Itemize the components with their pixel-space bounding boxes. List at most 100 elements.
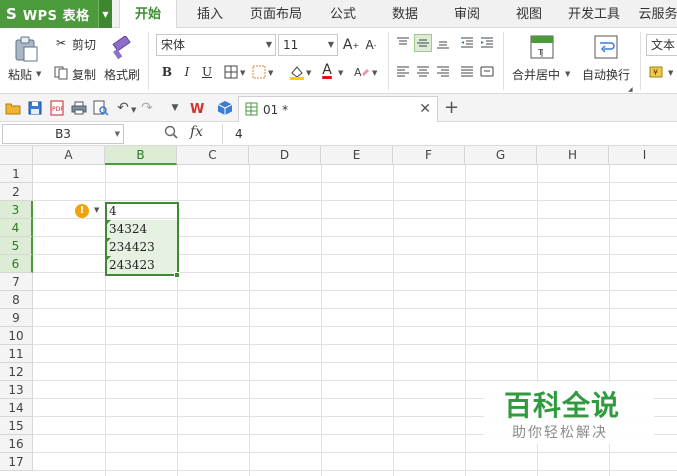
open-folder-icon[interactable] (4, 99, 22, 117)
dialog-launcher-icon[interactable]: ◢ (628, 86, 633, 93)
tab-formulas[interactable]: 公式 (318, 0, 368, 28)
borders-icon[interactable] (222, 63, 240, 81)
chevron-down-icon[interactable]: ▼ (94, 206, 99, 214)
chevron-down-icon[interactable]: ▼ (668, 69, 673, 77)
document-tab[interactable]: 01 * ✕ (238, 96, 438, 122)
merge-center-label[interactable]: 合并居中 (512, 66, 560, 83)
font-shrink-icon[interactable]: A- (362, 36, 380, 54)
column-header[interactable]: F (393, 146, 465, 165)
chevron-down-icon[interactable]: ▼ (268, 69, 273, 77)
italic-icon[interactable]: I (178, 63, 196, 81)
indent-decrease-icon[interactable] (458, 34, 476, 52)
print-preview-icon[interactable] (92, 99, 110, 117)
distributed-align-icon[interactable] (478, 63, 496, 81)
indent-increase-icon[interactable] (478, 34, 496, 52)
row-header[interactable]: 13 (0, 381, 33, 399)
column-header[interactable]: E (321, 146, 393, 165)
close-icon[interactable]: ✕ (419, 101, 431, 117)
select-all-corner[interactable] (0, 146, 33, 165)
cut-button[interactable]: 剪切 (72, 36, 96, 53)
align-top-icon[interactable] (394, 34, 412, 52)
add-tab-icon[interactable]: + (444, 97, 459, 118)
chevron-down-icon[interactable]: ▼ (372, 69, 377, 77)
tab-insert[interactable]: 插入 (184, 0, 236, 28)
chevron-down-icon[interactable]: ▼ (240, 69, 245, 77)
row-header[interactable]: 7 (0, 273, 33, 291)
warning-icon[interactable]: ! (75, 204, 89, 218)
cell-b5[interactable]: 234423 (106, 238, 178, 256)
tab-home[interactable]: 开始 (119, 0, 177, 29)
chevron-down-icon[interactable]: ▼ (338, 69, 343, 77)
font-grow-icon[interactable]: A + (342, 36, 360, 54)
tab-developer[interactable]: 开发工具 (562, 0, 626, 28)
row-header[interactable]: 16 (0, 435, 33, 453)
tab-data[interactable]: 数据 (380, 0, 430, 28)
cell-b4[interactable]: 34324 (106, 220, 178, 238)
export-pdf-icon[interactable]: PDF (48, 99, 66, 117)
redo-icon[interactable]: ↷ (138, 99, 156, 117)
chevron-down-icon[interactable]: ▼ (306, 69, 311, 77)
row-header[interactable]: 8 (0, 291, 33, 309)
chevron-down-icon[interactable]: ▼ (565, 70, 570, 78)
wps-logo-icon[interactable]: W (190, 99, 208, 117)
cube-icon[interactable] (216, 99, 234, 117)
font-color-icon[interactable]: A (318, 61, 336, 79)
formula-input[interactable]: 4 (222, 124, 677, 144)
column-header[interactable]: G (465, 146, 537, 165)
clear-format-icon[interactable]: A (352, 63, 370, 81)
chevron-down-icon[interactable]: ▼ (98, 0, 112, 28)
tab-page-layout[interactable]: 页面布局 (244, 0, 308, 28)
align-bottom-icon[interactable] (434, 34, 452, 52)
fill-color-icon[interactable] (288, 63, 306, 81)
align-center-icon[interactable] (414, 63, 432, 81)
row-header[interactable]: 17 (0, 453, 33, 471)
chevron-down-icon[interactable]: ▼ (36, 70, 41, 78)
print-icon[interactable] (70, 99, 88, 117)
row-header[interactable]: 4 (0, 219, 33, 237)
cell-b3[interactable]: 4 (106, 202, 178, 220)
cell-fill-grid-icon[interactable] (250, 63, 268, 81)
name-box[interactable]: B3 ▼ (2, 124, 124, 144)
app-menu-button[interactable]: S WPS 表格 ▼ (0, 0, 112, 28)
zoom-search-icon[interactable] (164, 125, 178, 143)
wrap-text-label[interactable]: 自动换行 (582, 66, 630, 83)
paste-button[interactable] (10, 34, 42, 64)
tab-cloud[interactable]: 云服务 (636, 0, 677, 28)
column-header[interactable]: H (537, 146, 609, 165)
row-header[interactable]: 9 (0, 309, 33, 327)
font-name-select[interactable]: 宋体 ▼ (156, 34, 276, 56)
wrap-text-button[interactable] (592, 34, 620, 60)
align-left-icon[interactable] (394, 63, 412, 81)
row-header[interactable]: 15 (0, 417, 33, 435)
row-header[interactable]: 12 (0, 363, 33, 381)
copy-icon[interactable] (52, 64, 70, 82)
underline-icon[interactable]: U (198, 63, 216, 81)
insert-function-button[interactable]: fx (190, 124, 203, 140)
save-icon[interactable] (26, 99, 44, 117)
row-header[interactable]: 14 (0, 399, 33, 417)
row-header[interactable]: 2 (0, 183, 33, 201)
align-middle-icon[interactable] (414, 34, 432, 52)
font-size-select[interactable]: 11 ▼ (278, 34, 338, 56)
row-header[interactable]: 10 (0, 327, 33, 345)
row-header[interactable]: 6 (0, 255, 33, 273)
column-header[interactable]: D (249, 146, 321, 165)
scissors-icon[interactable]: ✂ (52, 34, 70, 52)
currency-format-icon[interactable]: ¥ (648, 63, 666, 81)
fill-handle[interactable] (174, 272, 180, 278)
cell-b6[interactable]: 243423 (106, 256, 178, 274)
tab-review[interactable]: 审阅 (442, 0, 492, 28)
row-header[interactable]: 11 (0, 345, 33, 363)
tab-view[interactable]: 视图 (504, 0, 554, 28)
bold-icon[interactable]: B (158, 63, 176, 81)
column-header[interactable]: I (609, 146, 677, 165)
customize-toolbar-icon[interactable]: ▼ (166, 99, 184, 117)
number-format-select[interactable]: 文本 (646, 34, 677, 56)
justify-icon[interactable] (458, 63, 476, 81)
copy-button[interactable]: 复制 (72, 66, 96, 83)
merge-center-button[interactable]: T (528, 34, 556, 60)
row-header[interactable]: 5 (0, 237, 33, 255)
column-header[interactable]: A (33, 146, 105, 165)
column-header[interactable]: C (177, 146, 249, 165)
chevron-down-icon[interactable]: ▼ (131, 106, 136, 114)
